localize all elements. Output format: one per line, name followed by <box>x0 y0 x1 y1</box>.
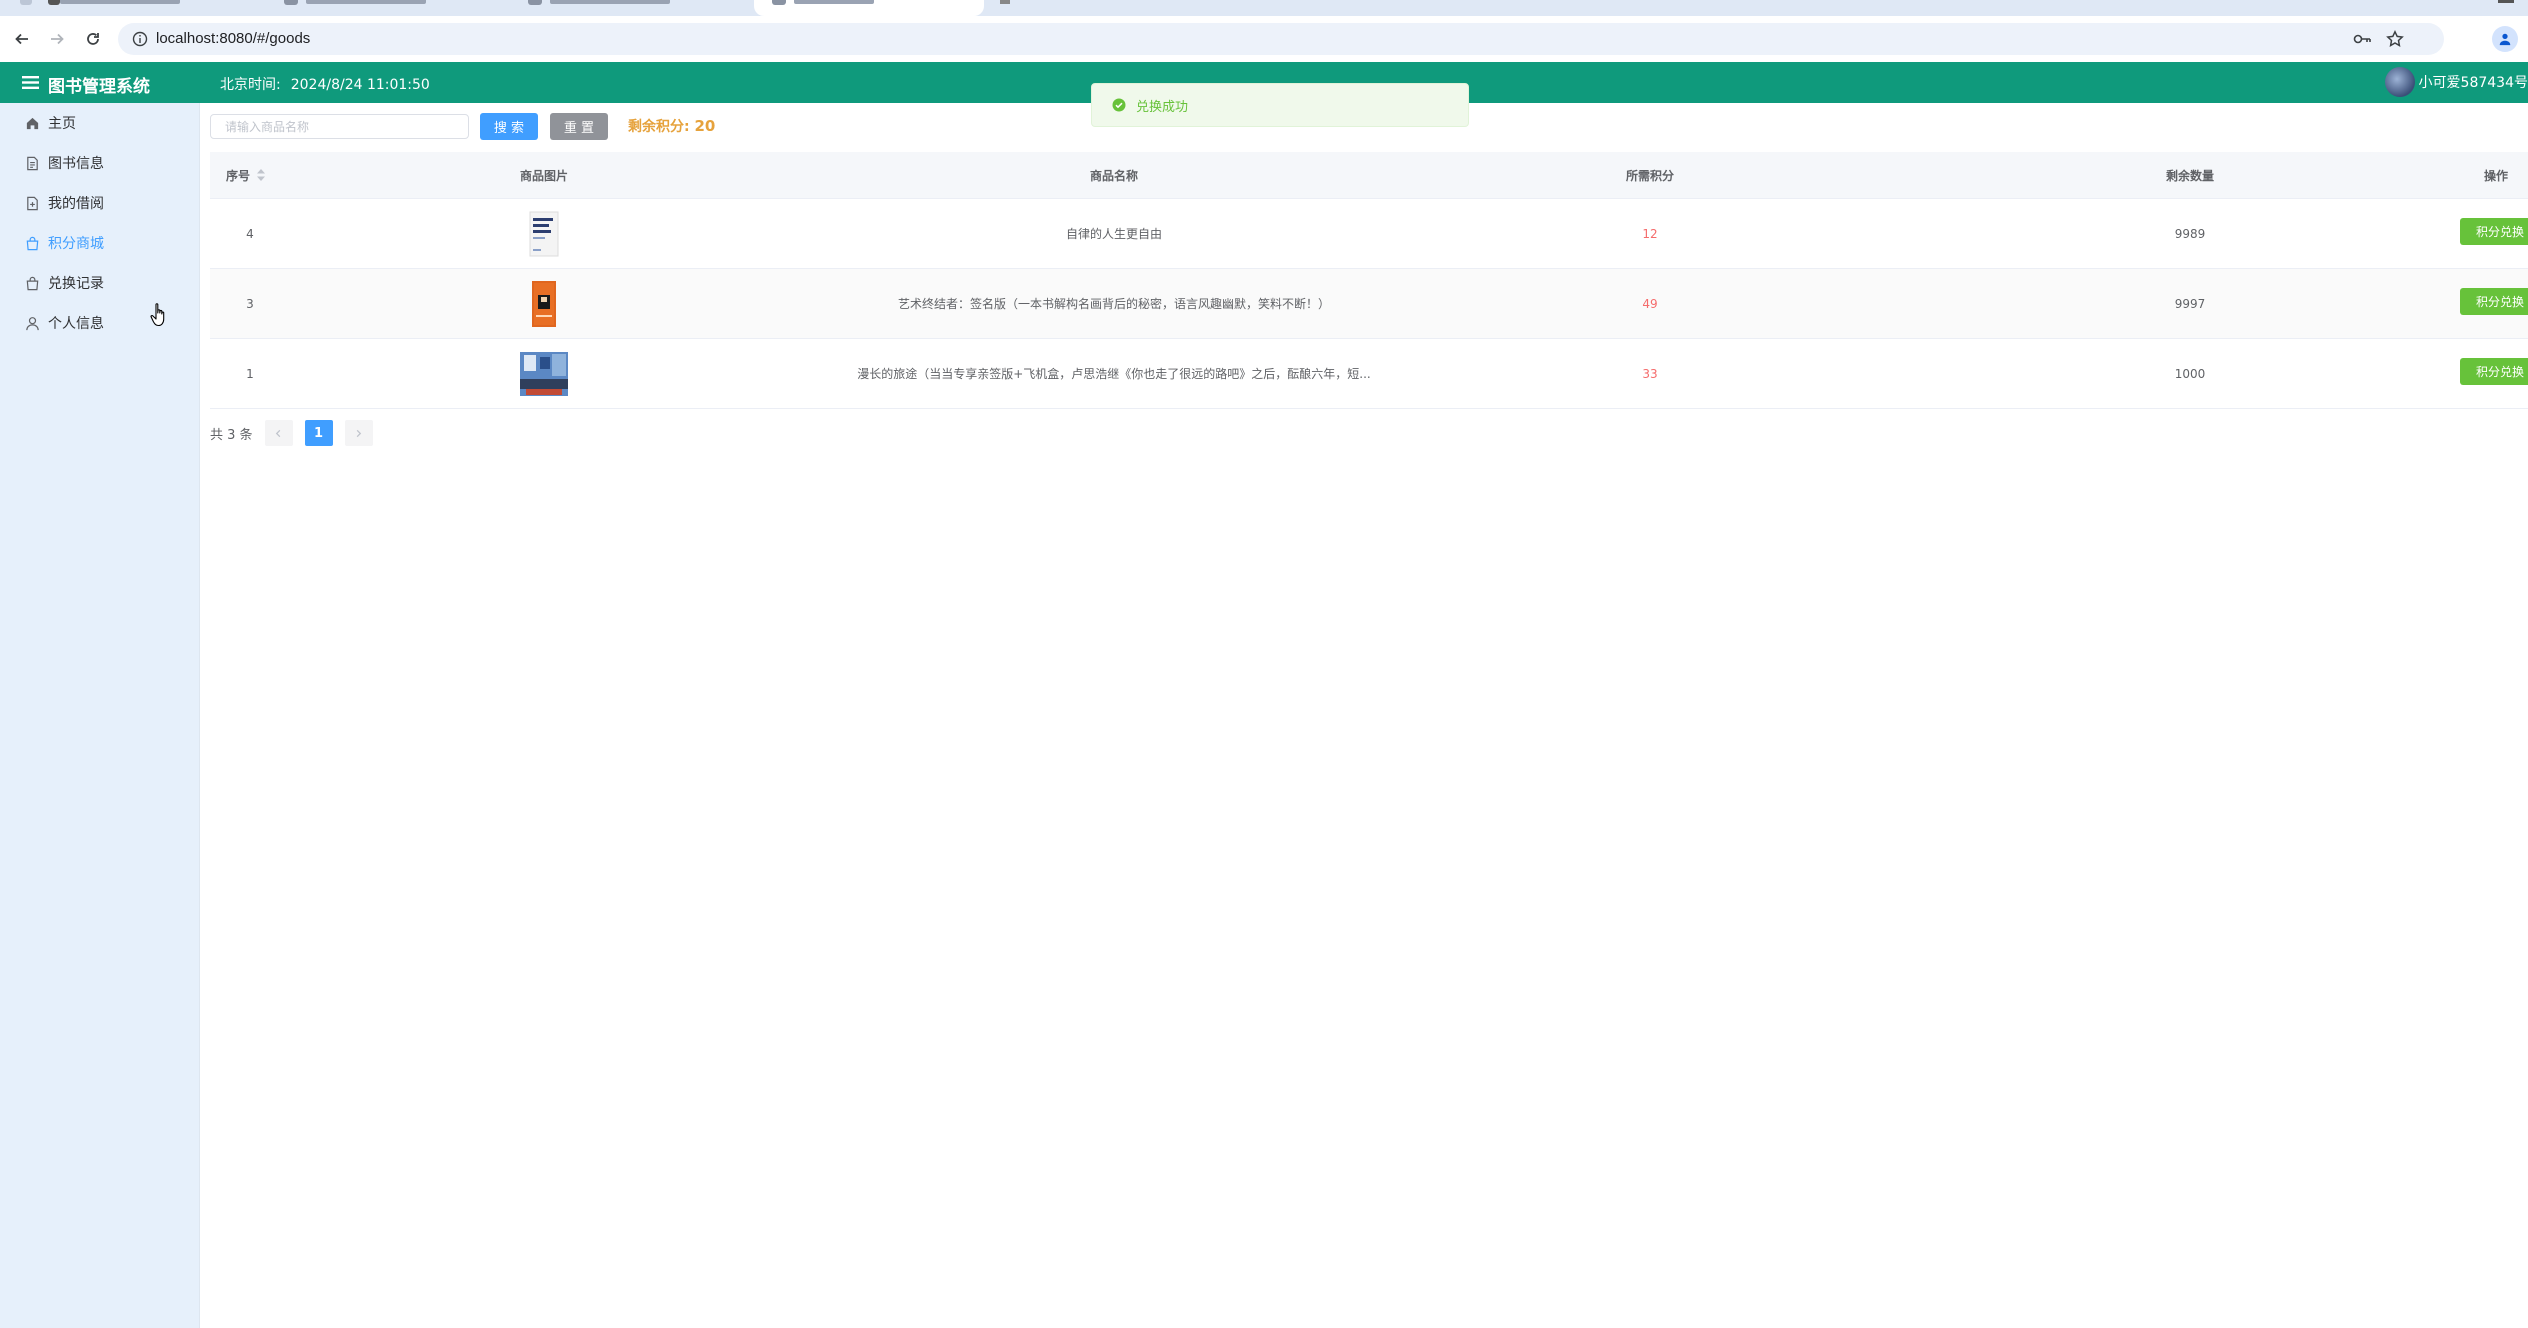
next-page-button[interactable] <box>344 420 373 446</box>
book-cover-image <box>520 351 568 396</box>
table-row: 4 自律的人生更自由 12 9989 积分兑换 <box>210 199 2528 269</box>
points-label: 剩余积分: <box>628 119 690 135</box>
sidebar-item-exchange-records[interactable]: 兑换记录 <box>0 263 199 303</box>
sidebar-item-label: 积分商城 <box>48 236 104 252</box>
remaining-points: 剩余积分: 20 <box>628 116 715 136</box>
row-id: 4 <box>246 226 254 241</box>
menu-icon[interactable] <box>22 75 40 90</box>
goods-name: 自律的人生更自由 <box>1065 227 1162 241</box>
chevron-right-icon <box>356 429 362 437</box>
required-points: 33 <box>1642 366 1658 381</box>
goods-name: 艺术终结者：签名版（一本书解构名画背后的秘密，语言风趣幽默，笑料不断！） <box>897 297 1330 311</box>
column-header-image: 商品图片 <box>519 168 568 183</box>
exchange-button[interactable]: 积分兑换 <box>2460 288 2528 315</box>
pagination-total: 共 3 条 <box>210 427 253 443</box>
stock-count: 1000 <box>2174 366 2206 381</box>
browser-tab-strip <box>0 0 2528 16</box>
user-menu[interactable]: 小可爱587434号 <box>2384 67 2528 97</box>
sidebar-item-points-mall[interactable]: 积分商城 <box>0 223 199 263</box>
exchange-button[interactable]: 积分兑换 <box>2460 358 2528 385</box>
table-row: 1 漫长的旅途（当当专享亲签版+飞机盒，卢思浩继《你也走了很远的路吧》之后，酝酿… <box>210 339 2528 409</box>
key-icon[interactable] <box>2352 31 2372 47</box>
beijing-clock: 北京时间: 2024/8/24 11:01:50 <box>220 74 430 94</box>
reset-button[interactable]: 重 置 <box>550 113 608 140</box>
book-cover-image <box>532 280 556 327</box>
profile-icon <box>2499 33 2511 46</box>
column-header-id[interactable]: 序号 <box>226 152 266 198</box>
pagination: 共 3 条 1 <box>210 420 385 446</box>
browser-tab[interactable] <box>510 0 746 16</box>
username[interactable]: 小可爱587434号 <box>2419 72 2528 92</box>
success-toast: 兑换成功 <box>1091 83 1469 127</box>
reload-button[interactable] <box>80 26 106 52</box>
shopping-bag-icon <box>24 275 40 291</box>
user-icon <box>24 315 40 331</box>
search-input[interactable] <box>210 114 469 139</box>
row-id: 1 <box>246 366 254 381</box>
stock-count: 9989 <box>2174 226 2206 241</box>
required-points: 49 <box>1642 296 1658 311</box>
row-id: 3 <box>246 296 254 311</box>
table-row: 3 艺术终结者：签名版（一本书解构名画背后的秘密，语言风趣幽默，笑料不断！） 4… <box>210 269 2528 339</box>
info-icon[interactable] <box>132 31 148 47</box>
sidebar-item-label: 我的借阅 <box>48 196 104 212</box>
required-points: 12 <box>1642 226 1658 241</box>
shopping-bag-icon <box>24 235 40 251</box>
column-header-stock: 剩余数量 <box>2165 168 2214 183</box>
clock-value: 2024/8/24 11:01:50 <box>290 77 430 93</box>
book-cover-image <box>529 211 559 256</box>
sort-icon[interactable] <box>256 168 266 182</box>
arrow-left-icon <box>15 33 28 45</box>
browser-profile-button[interactable] <box>2492 26 2518 52</box>
page-number-button[interactable]: 1 <box>304 420 333 446</box>
clock-label: 北京时间: <box>220 77 281 93</box>
browser-tab[interactable] <box>20 0 250 16</box>
forward-button[interactable] <box>44 26 70 52</box>
column-header-points: 所需积分 <box>1625 168 1674 183</box>
chevron-left-icon <box>275 429 281 437</box>
sidebar-item-home[interactable]: 主页 <box>0 103 199 143</box>
search-button[interactable]: 搜 索 <box>480 113 538 140</box>
column-header-action: 操作 <box>2484 168 2509 183</box>
sidebar-item-label: 图书信息 <box>48 156 104 172</box>
exchange-button[interactable]: 积分兑换 <box>2460 218 2528 245</box>
book-image[interactable] <box>484 339 604 408</box>
back-button[interactable] <box>9 26 35 52</box>
goods-name: 漫长的旅途（当当专享亲签版+飞机盒，卢思浩继《你也走了很远的路吧》之后，酝酿六年… <box>857 367 1371 381</box>
browser-tab[interactable] <box>266 0 496 16</box>
stock-count: 9997 <box>2174 296 2206 311</box>
browser-tab-active[interactable] <box>754 0 984 16</box>
points-value: 20 <box>694 117 716 135</box>
minimize-icon[interactable] <box>2498 0 2514 3</box>
toast-message: 兑换成功 <box>1136 99 1189 115</box>
document-icon <box>24 155 40 171</box>
hand-cursor-icon <box>150 303 165 327</box>
new-tab-icon[interactable] <box>1000 0 1010 4</box>
sidebar-item-borrowing[interactable]: 我的借阅 <box>0 183 199 223</box>
app-title: 图书管理系统 <box>48 77 150 97</box>
table-header: 序号 商品图片 商品名称 所需积分 剩余数量 操作 <box>210 152 2528 199</box>
arrow-right-icon <box>51 33 64 45</box>
success-check-icon <box>1112 98 1126 112</box>
sidebar-item-label: 个人信息 <box>48 316 104 332</box>
document-add-icon <box>24 195 40 211</box>
sidebar-item-label: 兑换记录 <box>48 276 104 292</box>
goods-table: 序号 商品图片 商品名称 所需积分 剩余数量 操作 4 自律的人生更自由 12 … <box>210 152 2528 409</box>
address-url[interactable]: localhost:8080/#/goods <box>156 30 310 47</box>
home-icon <box>24 115 40 131</box>
book-image[interactable] <box>484 199 604 268</box>
star-icon[interactable] <box>2386 30 2404 48</box>
column-header-name: 商品名称 <box>1089 168 1138 183</box>
sidebar: 主页 图书信息 我的借阅 积分商城 兑换记录 个人信息 <box>0 103 200 1328</box>
browser-toolbar: localhost:8080/#/goods <box>0 16 2528 62</box>
address-bar[interactable]: localhost:8080/#/goods <box>118 23 2444 55</box>
sidebar-item-books[interactable]: 图书信息 <box>0 143 199 183</box>
sidebar-item-label: 主页 <box>48 116 76 132</box>
avatar[interactable] <box>2384 67 2415 97</box>
reload-icon <box>87 33 99 45</box>
prev-page-button[interactable] <box>264 420 293 446</box>
book-image[interactable] <box>484 269 604 338</box>
